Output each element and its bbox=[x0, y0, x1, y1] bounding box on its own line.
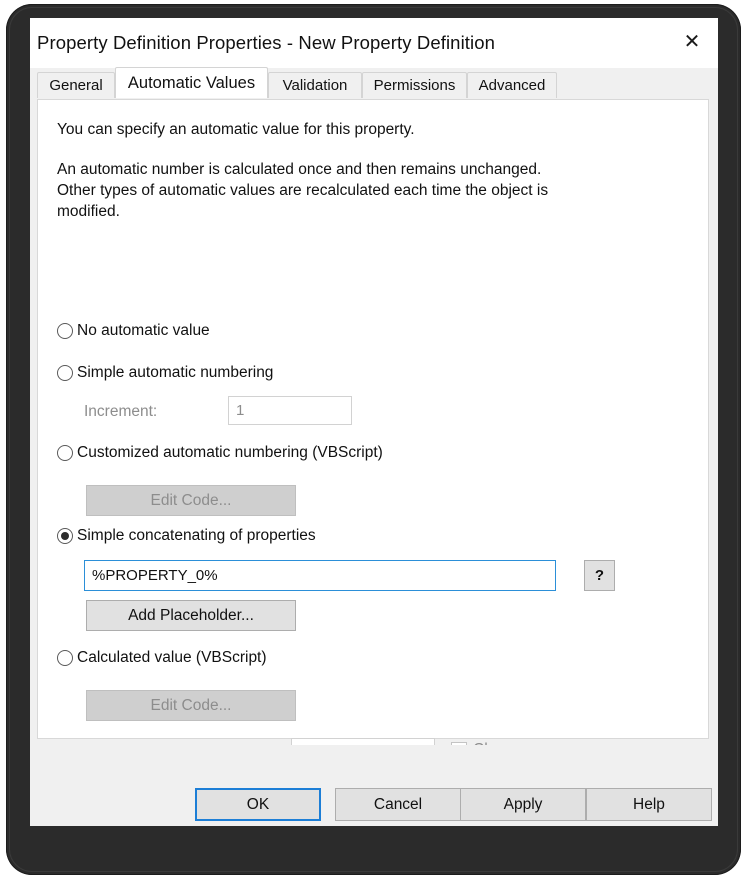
radio-no-automatic-value[interactable]: No automatic value bbox=[57, 322, 210, 340]
tab-strip: General Automatic Values Validation Perm… bbox=[30, 68, 718, 98]
tab-permissions[interactable]: Permissions bbox=[362, 72, 467, 98]
tab-permissions-label: Permissions bbox=[374, 77, 456, 94]
ok-button[interactable]: OK bbox=[195, 788, 321, 821]
radio-no-automatic-value-label: No automatic value bbox=[77, 322, 210, 340]
radio-calculated-value-label: Calculated value (VBScript) bbox=[77, 649, 267, 667]
screenshot-root: Property Definition Properties - New Pro… bbox=[0, 0, 747, 879]
tab-advanced-label: Advanced bbox=[479, 77, 546, 94]
radio-circle-selected-icon bbox=[57, 528, 73, 544]
automatic-values-panel: You can specify an automatic value for t… bbox=[37, 99, 709, 739]
apply-button[interactable]: Apply bbox=[460, 788, 586, 821]
close-icon: ✕ bbox=[684, 31, 701, 51]
help-button[interactable]: Help bbox=[586, 788, 712, 821]
radio-simple-concatenating-of-properties-label: Simple concatenating of properties bbox=[77, 527, 316, 545]
close-button[interactable]: ✕ bbox=[666, 18, 718, 64]
radio-circle-icon bbox=[57, 323, 73, 339]
radio-simple-automatic-numbering-label: Simple automatic numbering bbox=[77, 364, 273, 382]
edit-code-button-customized-numbering[interactable]: Edit Code... bbox=[86, 485, 296, 516]
tab-general[interactable]: General bbox=[37, 72, 115, 98]
radio-simple-concatenating-of-properties[interactable]: Simple concatenating of properties bbox=[57, 527, 316, 545]
radio-circle-icon bbox=[57, 365, 73, 381]
radio-customized-automatic-numbering[interactable]: Customized automatic numbering (VBScript… bbox=[57, 444, 383, 462]
property-definition-properties-dialog: Property Definition Properties - New Pro… bbox=[30, 18, 718, 826]
description-text: An automatic number is calculated once a… bbox=[57, 159, 652, 222]
tab-validation[interactable]: Validation bbox=[268, 72, 362, 98]
cancel-button[interactable]: Cancel bbox=[335, 788, 461, 821]
radio-circle-icon bbox=[57, 650, 73, 666]
formula-help-button[interactable]: ? bbox=[584, 560, 615, 591]
dialog-title: Property Definition Properties - New Pro… bbox=[37, 32, 495, 54]
tab-automatic-values[interactable]: Automatic Values bbox=[115, 67, 268, 98]
tab-advanced[interactable]: Advanced bbox=[467, 72, 557, 98]
edit-code-button-calculated-value[interactable]: Edit Code... bbox=[86, 690, 296, 721]
increment-label: Increment: bbox=[84, 403, 157, 421]
radio-calculated-value[interactable]: Calculated value (VBScript) bbox=[57, 649, 267, 667]
dialog-footer: OK Cancel Apply Help bbox=[30, 745, 718, 826]
concatenation-formula-input[interactable]: %PROPERTY_0% bbox=[84, 560, 556, 591]
intro-text: You can specify an automatic value for t… bbox=[57, 119, 415, 140]
add-placeholder-button[interactable]: Add Placeholder... bbox=[86, 600, 296, 631]
tab-automatic-values-label: Automatic Values bbox=[128, 74, 255, 93]
dialog-titlebar: Property Definition Properties - New Pro… bbox=[30, 18, 718, 68]
radio-customized-automatic-numbering-label: Customized automatic numbering (VBScript… bbox=[77, 444, 383, 462]
radio-simple-automatic-numbering[interactable]: Simple automatic numbering bbox=[57, 364, 273, 382]
tab-general-label: General bbox=[49, 77, 102, 94]
increment-input[interactable]: 1 bbox=[228, 396, 352, 425]
radio-circle-icon bbox=[57, 445, 73, 461]
tab-validation-label: Validation bbox=[283, 77, 348, 94]
